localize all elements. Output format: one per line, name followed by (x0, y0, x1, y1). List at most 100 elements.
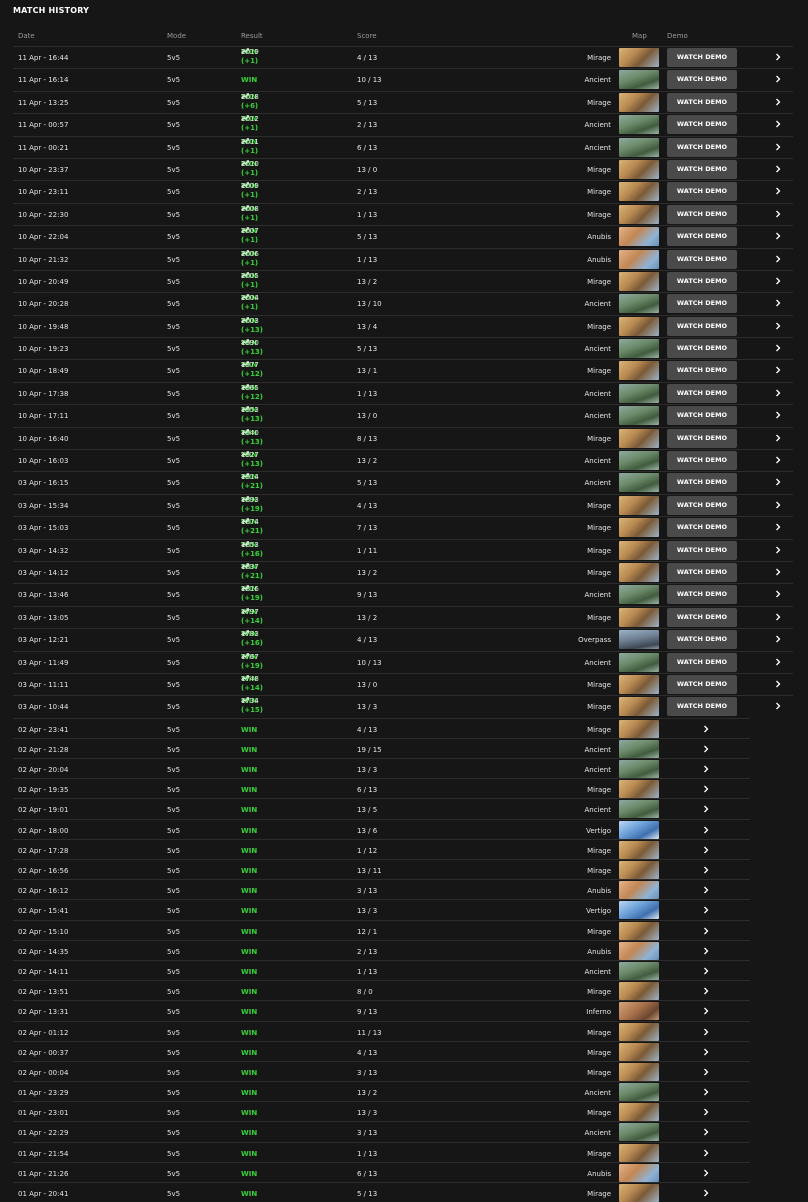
chevron-right-icon[interactable] (773, 276, 783, 286)
watch-demo-button[interactable]: WATCH DEMO (667, 70, 737, 90)
chevron-right-icon[interactable] (701, 986, 711, 996)
watch-demo-button[interactable]: WATCH DEMO (667, 451, 737, 471)
chevron-right-icon[interactable] (701, 1047, 711, 1057)
watch-demo-button[interactable]: WATCH DEMO (667, 518, 737, 538)
chevron-right-icon[interactable] (773, 612, 783, 622)
chevron-right-icon[interactable] (773, 455, 783, 465)
chevron-right-icon[interactable] (773, 74, 783, 84)
match-row[interactable]: 01 Apr - 21:26 5v5 WIN 6 / 13 Anubis (13, 1161, 750, 1182)
chevron-right-icon[interactable] (773, 477, 783, 487)
match-row[interactable]: 10 Apr - 20:49 5v5 WIN (+1) 2005 13 / 2 Mirag… (13, 269, 793, 292)
chevron-right-icon[interactable] (701, 825, 711, 835)
chevron-right-icon[interactable] (773, 500, 783, 510)
match-row[interactable]: 10 Apr - 18:49 5v5 WIN (+12) 1977 13 / 1 Mira… (13, 359, 793, 381)
match-row[interactable]: 02 Apr - 14:35 5v5 WIN 2 / 13 Anubis (13, 939, 750, 960)
match-row[interactable]: 10 Apr - 20:28 5v5 WIN (+1) 2004 13 / 10 Anci… (13, 292, 793, 314)
chevron-right-icon[interactable] (701, 724, 711, 734)
chevron-right-icon[interactable] (773, 567, 783, 577)
chevron-right-icon[interactable] (773, 522, 783, 532)
chevron-right-icon[interactable] (773, 657, 783, 667)
chevron-right-icon[interactable] (773, 231, 783, 241)
match-row[interactable]: 02 Apr - 23:41 5v5 WIN 4 / 13 Mirage (13, 717, 750, 738)
watch-demo-button[interactable]: WATCH DEMO (667, 227, 737, 247)
match-row[interactable]: 11 Apr - 00:21 5v5 WIN (+1) 2011 6 / 13 Ancie… (13, 135, 793, 158)
watch-demo-button[interactable]: WATCH DEMO (667, 383, 737, 403)
chevron-right-icon[interactable] (773, 164, 783, 174)
chevron-right-icon[interactable] (773, 388, 783, 398)
match-row[interactable]: 03 Apr - 16:15 5v5 WIN (+21) 1914 5 / 13 Anci… (13, 471, 793, 493)
chevron-right-icon[interactable] (701, 905, 711, 915)
chevron-right-icon[interactable] (701, 1107, 711, 1117)
match-row[interactable]: 01 Apr - 21:54 5v5 WIN 1 / 13 Mirage (13, 1141, 750, 1162)
chevron-right-icon[interactable] (773, 321, 783, 331)
watch-demo-button[interactable]: WATCH DEMO (667, 562, 737, 582)
chevron-right-icon[interactable] (701, 845, 711, 855)
chevron-right-icon[interactable] (701, 804, 711, 814)
watch-demo-button[interactable]: WATCH DEMO (667, 473, 737, 493)
match-row[interactable]: 02 Apr - 13:31 5v5 WIN 9 / 13 Inferno (13, 1000, 750, 1021)
chevron-right-icon[interactable] (773, 142, 783, 152)
match-row[interactable]: 02 Apr - 14:11 5v5 WIN 1 / 13 Ancient (13, 959, 750, 980)
chevron-right-icon[interactable] (701, 1027, 711, 1037)
match-row[interactable]: 03 Apr - 14:32 5v5 WIN (+16) 1853 1 / 11 Mira… (13, 538, 793, 561)
match-row[interactable]: 03 Apr - 13:46 5v5 WIN (+19) 1816 9 / 13 Anci… (13, 583, 793, 605)
match-row[interactable]: 02 Apr - 21:28 5v5 WIN 19 / 15 Ancient (13, 737, 750, 758)
watch-demo-button[interactable]: WATCH DEMO (667, 48, 737, 67)
watch-demo-button[interactable]: WATCH DEMO (667, 271, 737, 291)
match-row[interactable]: 10 Apr - 17:11 5v5 WIN (+13) 1953 13 / 0 Anci… (13, 404, 793, 426)
chevron-right-icon[interactable] (773, 254, 783, 264)
match-row[interactable]: 02 Apr - 17:28 5v5 WIN 1 / 12 Mirage (13, 838, 750, 859)
chevron-right-icon[interactable] (773, 119, 783, 129)
watch-demo-button[interactable]: WATCH DEMO (667, 607, 737, 627)
watch-demo-button[interactable]: WATCH DEMO (667, 361, 737, 381)
chevron-right-icon[interactable] (773, 589, 783, 599)
chevron-right-icon[interactable] (701, 966, 711, 976)
match-row[interactable]: 02 Apr - 01:12 5v5 WIN 11 / 13 Mirage (13, 1020, 750, 1041)
match-row[interactable]: 02 Apr - 00:37 5v5 WIN 4 / 13 Mirage (13, 1040, 750, 1061)
match-row[interactable]: 10 Apr - 21:32 5v5 WIN (+1) 2006 1 / 13 Anubi… (13, 247, 793, 270)
chevron-right-icon[interactable] (701, 1087, 711, 1097)
match-row[interactable]: 03 Apr - 12:21 5v5 WIN (+16) 1783 4 / 13 Over… (13, 628, 793, 650)
match-row[interactable]: 02 Apr - 19:01 5v5 WIN 13 / 5 Ancient (13, 798, 750, 819)
match-row[interactable]: 10 Apr - 23:11 5v5 WIN (+1) 2009 2 / 13 Mirag… (13, 180, 793, 202)
match-row[interactable]: 01 Apr - 23:01 5v5 WIN 13 / 3 Mirage (13, 1101, 750, 1122)
watch-demo-button[interactable]: WATCH DEMO (667, 652, 737, 672)
watch-demo-button[interactable]: WATCH DEMO (667, 585, 737, 605)
match-row[interactable]: 03 Apr - 14:12 5v5 WIN (+21) 1837 13 / 2 Mira… (13, 560, 793, 583)
chevron-right-icon[interactable] (701, 1067, 711, 1077)
match-row[interactable]: 10 Apr - 22:30 5v5 WIN (+1) 2008 1 / 13 Mirag… (13, 202, 793, 225)
match-row[interactable]: 02 Apr - 16:12 5v5 WIN 3 / 13 Anubis (13, 879, 750, 900)
match-row[interactable]: 01 Apr - 22:29 5v5 WIN 3 / 13 Ancient (13, 1121, 750, 1142)
chevron-right-icon[interactable] (701, 1006, 711, 1016)
watch-demo-button[interactable]: WATCH DEMO (667, 294, 737, 314)
chevron-right-icon[interactable] (701, 1127, 711, 1137)
chevron-right-icon[interactable] (701, 946, 711, 956)
match-row[interactable]: 03 Apr - 15:03 5v5 WIN (+21) 1874 7 / 13 Mira… (13, 516, 793, 538)
match-row[interactable]: 10 Apr - 16:40 5v5 WIN (+13) 1940 8 / 13 Mira… (13, 426, 793, 449)
match-row[interactable]: 11 Apr - 13:25 5v5 WIN (+6) 2018 5 / 13 Mirag… (13, 90, 793, 113)
match-row[interactable]: 10 Apr - 22:04 5v5 WIN (+1) 2007 5 / 13 Anubi… (13, 225, 793, 247)
watch-demo-button[interactable]: WATCH DEMO (667, 428, 737, 448)
match-row[interactable]: 10 Apr - 17:38 5v5 WIN (+12) 1965 1 / 13 Anci… (13, 381, 793, 404)
match-row[interactable]: 02 Apr - 18:00 5v5 WIN 13 / 6 Vertigo (13, 818, 750, 839)
match-row[interactable]: 01 Apr - 20:41 5v5 WIN 5 / 13 Mirage (13, 1182, 750, 1202)
watch-demo-button[interactable]: WATCH DEMO (667, 159, 737, 179)
watch-demo-button[interactable]: WATCH DEMO (667, 406, 737, 426)
match-row[interactable]: 02 Apr - 20:04 5v5 WIN 13 / 3 Ancient (13, 758, 750, 779)
match-row[interactable]: 10 Apr - 19:48 5v5 WIN (+13) 2003 13 / 4 Mira… (13, 314, 793, 337)
chevron-right-icon[interactable] (773, 545, 783, 555)
match-row[interactable]: 10 Apr - 23:37 5v5 WIN (+1) 2010 13 / 0 Mirag… (13, 157, 793, 180)
chevron-right-icon[interactable] (773, 701, 783, 711)
watch-demo-button[interactable]: WATCH DEMO (667, 316, 737, 336)
chevron-right-icon[interactable] (701, 1148, 711, 1158)
match-row[interactable]: 11 Apr - 16:44 5v5 WIN (+1) 2019 4 / 13 Mirag… (13, 46, 793, 68)
chevron-right-icon[interactable] (773, 209, 783, 219)
match-row[interactable]: 03 Apr - 13:05 5v5 WIN (+14) 1797 13 / 2 Mira… (13, 605, 793, 628)
chevron-right-icon[interactable] (773, 365, 783, 375)
chevron-right-icon[interactable] (773, 298, 783, 308)
match-row[interactable]: 02 Apr - 13:51 5v5 WIN 8 / 0 Mirage (13, 980, 750, 1001)
chevron-right-icon[interactable] (773, 343, 783, 353)
match-row[interactable]: 02 Apr - 15:41 5v5 WIN 13 / 3 Vertigo (13, 899, 750, 920)
match-row[interactable]: 11 Apr - 00:57 5v5 WIN (+1) 2012 2 / 13 Ancie… (13, 113, 793, 135)
match-row[interactable]: 03 Apr - 11:49 5v5 WIN (+19) 1767 10 / 13 Anc… (13, 650, 793, 673)
